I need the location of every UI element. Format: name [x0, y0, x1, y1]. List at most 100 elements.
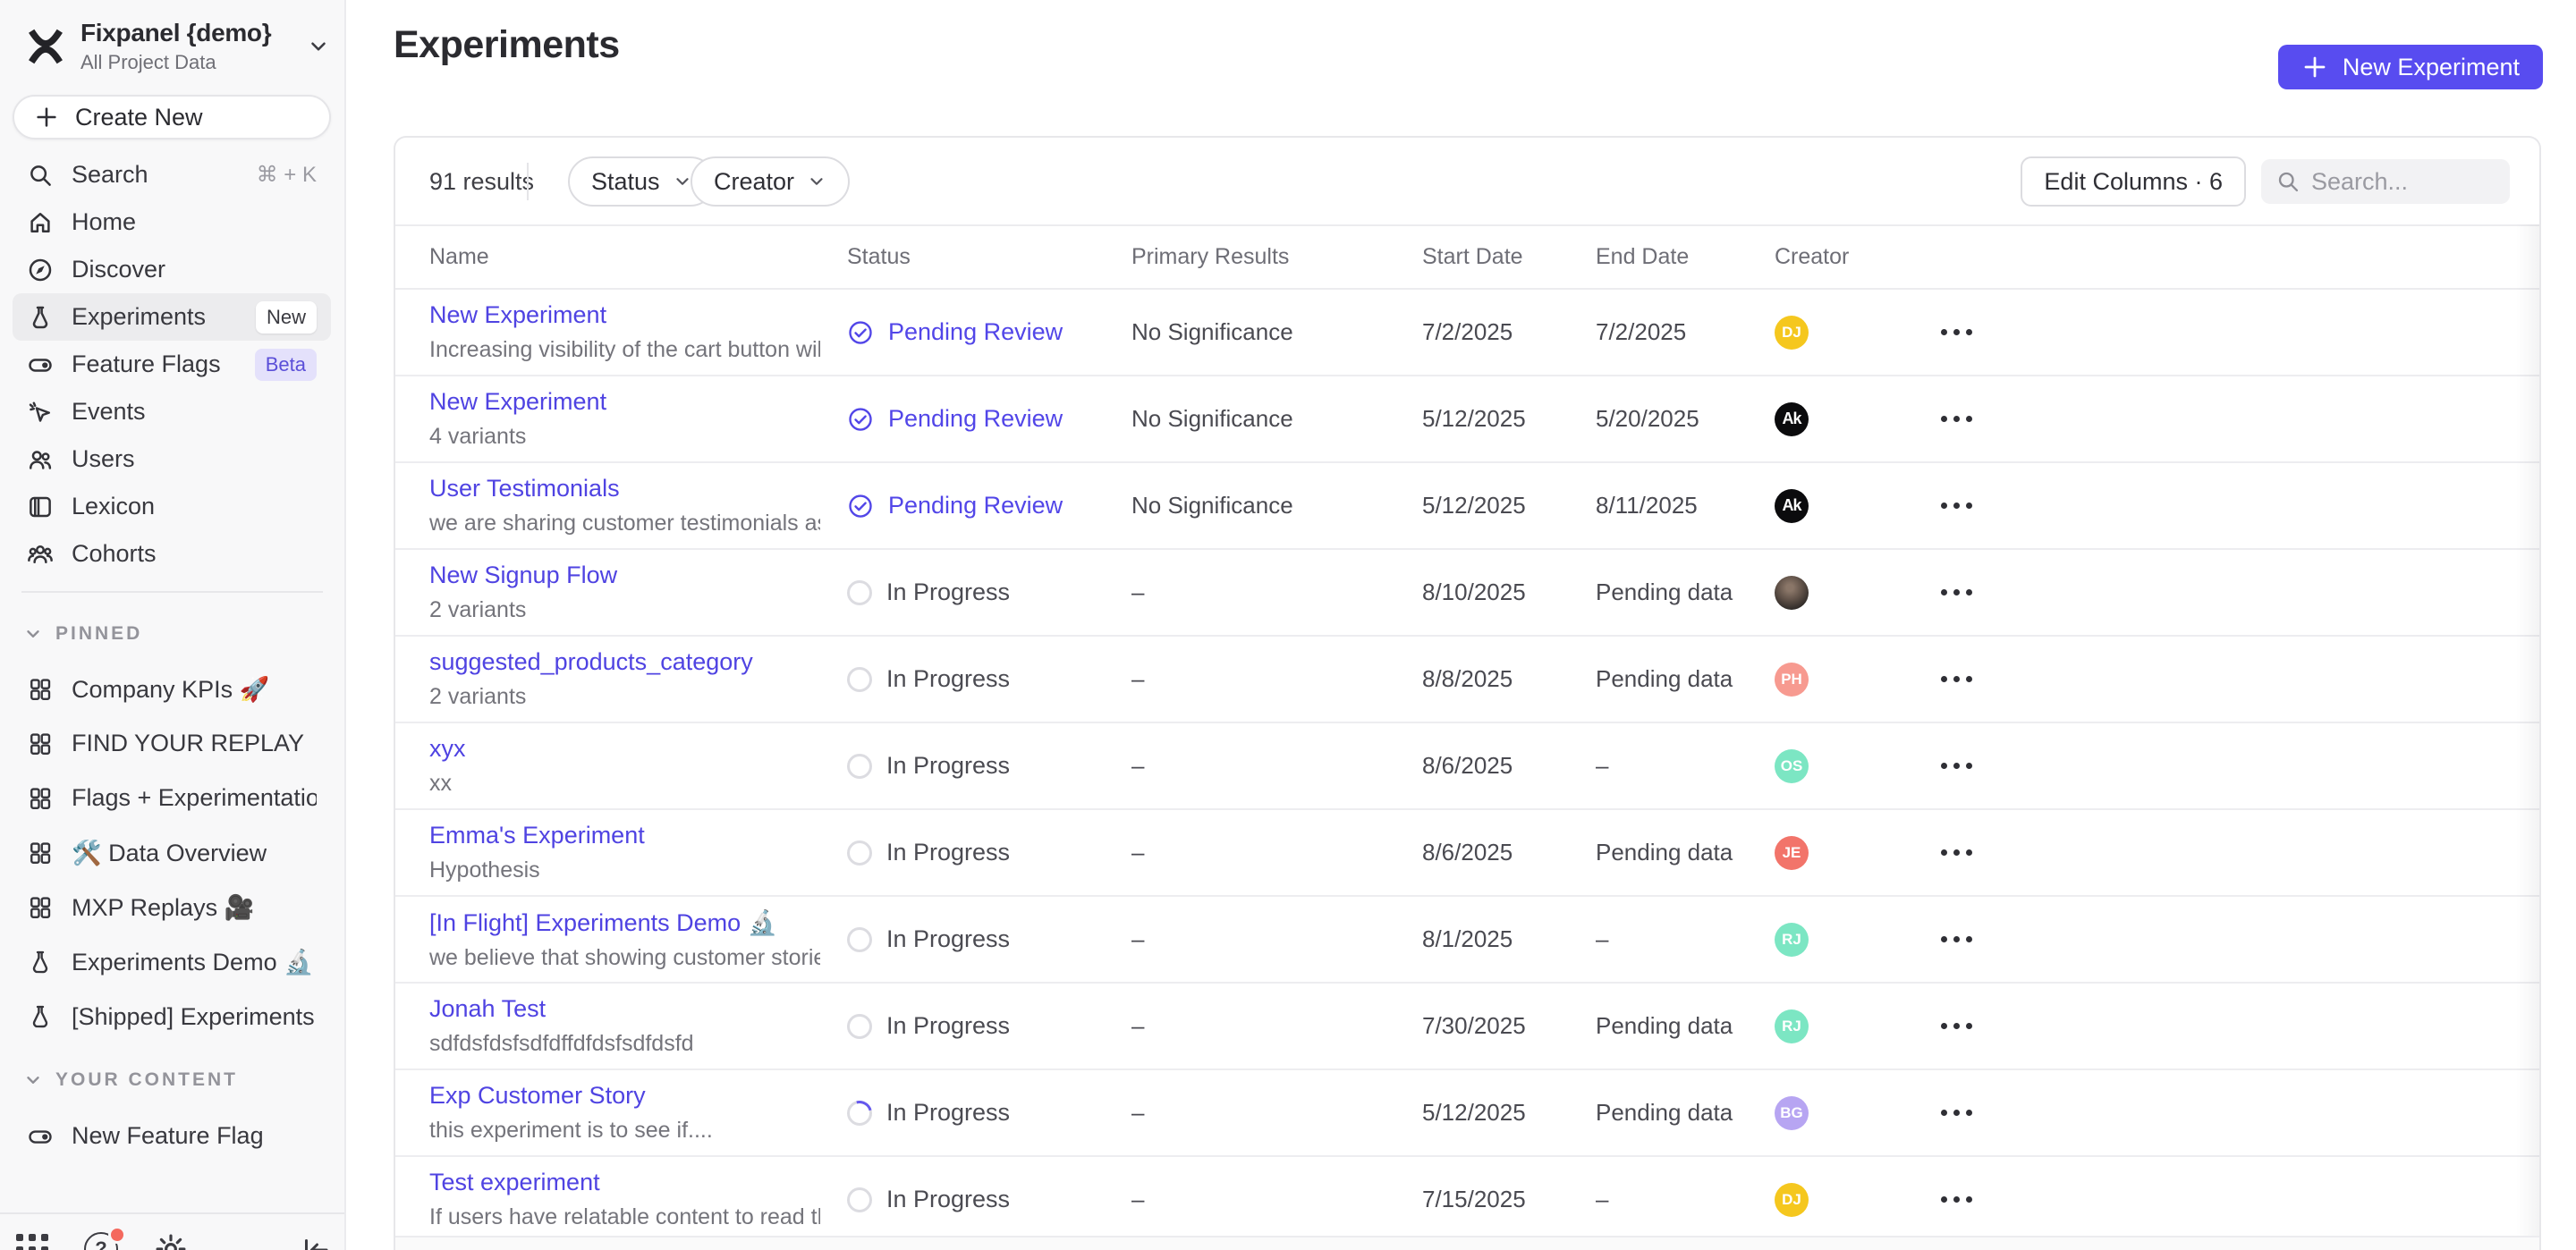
avatar[interactable]: RJ	[1775, 923, 1809, 957]
sidebar-item-cohorts[interactable]: Cohorts	[13, 530, 331, 578]
sidebar-item-users[interactable]: Users	[13, 435, 331, 483]
toggle-icon	[27, 351, 54, 378]
experiment-link[interactable]: suggested_products_category	[429, 648, 820, 676]
avatar[interactable]: OS	[1775, 749, 1809, 783]
row-menu-button[interactable]	[1937, 1101, 1976, 1125]
column-header-creator[interactable]: Creator	[1775, 244, 1918, 270]
experiment-link[interactable]: Exp Customer Story	[429, 1082, 820, 1110]
start-date: 8/6/2025	[1422, 839, 1596, 866]
in-progress-icon	[847, 927, 872, 952]
pinned-item-flags-experimentation-demo[interactable]: Flags + Experimentation Demo ,	[13, 771, 331, 825]
sidebar-item-experiments[interactable]: Experiments New	[13, 293, 331, 341]
end-date: Pending data	[1596, 839, 1775, 866]
experiment-subtitle: 4 variants	[429, 424, 820, 450]
workspace-subtitle: All Project Data	[80, 51, 307, 74]
search-input[interactable]	[2311, 168, 2496, 196]
pinned-item-company-kpis[interactable]: Company KPIs 🚀	[13, 662, 331, 716]
row-menu-button[interactable]	[1937, 1187, 1976, 1212]
status-label: In Progress	[886, 1099, 1010, 1127]
gear-icon[interactable]	[154, 1232, 188, 1250]
experiment-link[interactable]: [In Flight] Experiments Demo 🔬	[429, 908, 820, 937]
workspace-name: Fixpanel {demo}	[80, 19, 307, 47]
collapse-sidebar-icon[interactable]	[300, 1234, 332, 1250]
avatar[interactable]: PH	[1775, 663, 1809, 697]
avatar[interactable]: Ak	[1775, 489, 1809, 523]
primary-results: –	[1131, 1099, 1422, 1127]
in-progress-icon	[847, 840, 872, 866]
avatar[interactable]: JE	[1775, 836, 1809, 870]
row-menu-button[interactable]	[1937, 320, 1976, 344]
create-new-button[interactable]: Create New	[13, 95, 331, 139]
status-label: In Progress	[886, 925, 1010, 953]
in-progress-icon	[847, 667, 872, 692]
sidebar-item-events[interactable]: Events	[13, 388, 331, 435]
primary-results: –	[1131, 1012, 1422, 1040]
row-menu-button[interactable]	[1937, 407, 1976, 431]
experiment-link[interactable]: Emma's Experiment	[429, 822, 820, 849]
experiment-link[interactable]: User Testimonials	[429, 475, 820, 503]
book-panel-icon	[27, 494, 54, 520]
end-date: –	[1596, 752, 1775, 780]
row-menu-button[interactable]	[1937, 494, 1976, 518]
column-header-status[interactable]: Status	[847, 244, 1131, 270]
experiments-card: 91 results Status Creator Edit Columns ·…	[394, 136, 2541, 1250]
table-row: New Signup Flow2 variants In Progress – …	[395, 550, 2539, 637]
row-menu-button[interactable]	[1937, 580, 1976, 604]
sidebar-item-discover[interactable]: Discover	[13, 246, 331, 293]
pinned-section-header[interactable]: PINNED	[23, 621, 331, 646]
table-row: Exp Customer Storythis experiment is to …	[395, 1070, 2539, 1157]
start-date: 8/8/2025	[1422, 665, 1596, 693]
your-content-item-new-feature-flag[interactable]: New Feature Flag	[13, 1109, 331, 1163]
sidebar-item-home[interactable]: Home	[13, 198, 331, 246]
sidebar-item-lexicon[interactable]: Lexicon	[13, 483, 331, 530]
sidebar-footer: ?	[0, 1212, 344, 1250]
avatar[interactable]: DJ	[1775, 1183, 1809, 1217]
pinned-item-experiments-demo[interactable]: Experiments Demo 🔬	[13, 934, 331, 989]
start-date: 5/12/2025	[1422, 492, 1596, 519]
experiment-link[interactable]: New Experiment	[429, 388, 820, 416]
column-header-end-date[interactable]: End Date	[1596, 244, 1775, 270]
flask-icon	[27, 949, 54, 976]
your-content-section-header[interactable]: YOUR CONTENT	[23, 1068, 331, 1093]
users-icon	[27, 446, 54, 473]
pinned-item-data-overview[interactable]: 🛠️ Data Overview	[13, 825, 331, 880]
sidebar-item-search[interactable]: Search ⌘ + K	[13, 151, 331, 198]
avatar[interactable]: RJ	[1775, 1009, 1809, 1043]
experiment-link[interactable]: Jonah Test	[429, 995, 820, 1023]
column-header-name[interactable]: Name	[429, 244, 847, 270]
apps-grid-icon[interactable]	[16, 1232, 48, 1250]
new-experiment-button[interactable]: New Experiment	[2278, 45, 2543, 89]
dashboard-icon	[27, 840, 54, 866]
flask-icon	[27, 304, 54, 331]
notification-dot	[108, 1226, 126, 1244]
experiment-link[interactable]: Test experiment	[429, 1169, 820, 1196]
help-button[interactable]: ?	[84, 1232, 118, 1250]
pinned-item-shipped-experiments-demo[interactable]: [Shipped] Experiments Demo 🖊️	[13, 989, 331, 1043]
experiment-link[interactable]: New Signup Flow	[429, 562, 820, 589]
row-menu-button[interactable]	[1937, 927, 1976, 951]
table-header: Name Status Primary Results Start Date E…	[395, 224, 2539, 290]
row-menu-button[interactable]	[1937, 1014, 1976, 1038]
sidebar-item-feature-flags[interactable]: Feature Flags Beta	[13, 341, 331, 388]
column-header-primary-results[interactable]: Primary Results	[1131, 244, 1422, 270]
experiment-link[interactable]: New Experiment	[429, 301, 820, 329]
creator-filter-dropdown[interactable]: Creator	[691, 156, 850, 207]
pinned-item-mxp-replays[interactable]: MXP Replays 🎥	[13, 880, 331, 934]
compass-icon	[27, 257, 54, 283]
pinned-item-find-your-replay[interactable]: FIND YOUR REPLAY	[13, 716, 331, 771]
primary-results: –	[1131, 579, 1422, 606]
end-date: Pending data	[1596, 665, 1775, 693]
avatar[interactable]: BG	[1775, 1096, 1809, 1130]
avatar-photo[interactable]	[1775, 576, 1809, 610]
avatar[interactable]: Ak	[1775, 402, 1809, 436]
row-menu-button[interactable]	[1937, 840, 1976, 865]
row-menu-button[interactable]	[1937, 667, 1976, 691]
start-date: 7/30/2025	[1422, 1012, 1596, 1040]
edit-columns-button[interactable]: Edit Columns · 6	[2021, 156, 2246, 207]
workspace-switcher[interactable]: Fixpanel {demo} All Project Data	[25, 23, 330, 70]
experiment-link[interactable]: xyx	[429, 735, 820, 763]
column-header-start-date[interactable]: Start Date	[1422, 244, 1596, 270]
avatar[interactable]: DJ	[1775, 316, 1809, 350]
row-menu-button[interactable]	[1937, 754, 1976, 778]
sidebar-divider	[21, 591, 323, 593]
